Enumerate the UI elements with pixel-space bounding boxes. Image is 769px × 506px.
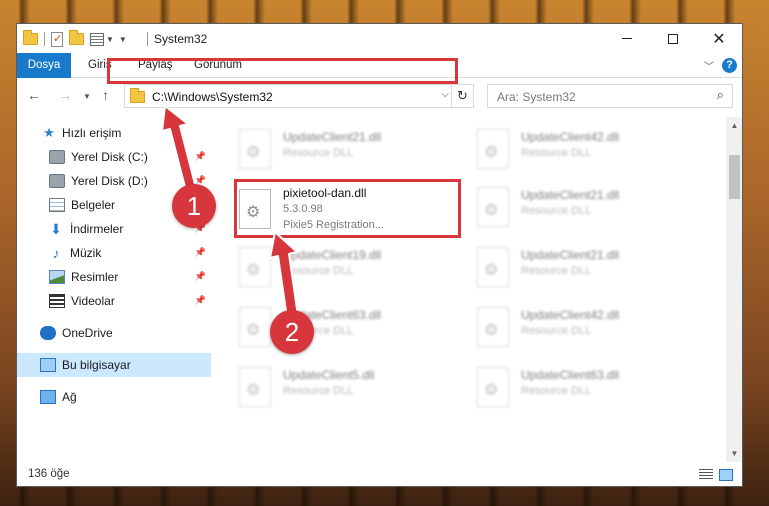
up-arrow-icon[interactable]: ↑ <box>102 87 109 103</box>
vertical-scrollbar[interactable]: ▲ ▼ <box>726 117 742 462</box>
dll-file-icon <box>477 129 509 169</box>
pin-icon[interactable]: 📌 <box>195 247 206 258</box>
dll-file-icon <box>239 129 271 169</box>
minimize-button[interactable] <box>604 24 650 53</box>
status-bar: 136 öğe <box>17 464 742 486</box>
sidebar-item-label: Yerel Disk (C:) <box>71 150 148 164</box>
folder-icon <box>23 30 38 45</box>
sidebar-item-label: Bu bilgisayar <box>62 358 131 372</box>
sidebar-item-label: Videolar <box>71 294 115 308</box>
search-input[interactable]: Ara: System32 ⌕ <box>487 84 733 108</box>
minimize-icon <box>622 38 632 39</box>
tiles-view-icon[interactable] <box>719 469 733 481</box>
title-bar: ▼ ▼ System32 ✕ <box>17 24 742 53</box>
customize-quick-access-icon[interactable]: ▼ <box>119 35 127 44</box>
search-placeholder: Ara: System32 <box>497 90 576 104</box>
download-icon: ⬇ <box>50 220 62 237</box>
sidebar-item-label: İndirmeler <box>70 222 124 236</box>
address-bar-highlight <box>107 58 458 84</box>
step-1-badge: 1 <box>172 184 216 228</box>
sidebar-item-quick-access[interactable]: ★ Hızlı erişim <box>17 121 211 145</box>
list-item[interactable]: UpdateClient42.dll Resource DLL <box>473 305 703 355</box>
sidebar-item-label: Belgeler <box>71 198 116 212</box>
file-list: UpdateClient21.dll Resource DLL pixietoo… <box>213 117 725 462</box>
music-icon: ♪ <box>52 245 60 261</box>
list-item[interactable]: UpdateClient21.dll Resource DLL <box>235 127 465 177</box>
navigation-bar: ← → ▼ ↑ C:\Windows\System32 ⌵ ↻ Ara: Sys… <box>17 79 742 113</box>
drive-icon <box>49 150 65 164</box>
expand-ribbon-icon[interactable]: ﹀ <box>704 58 714 73</box>
drive-icon <box>49 174 65 188</box>
scroll-down-icon[interactable]: ▼ <box>726 445 742 462</box>
list-item[interactable]: UpdateClient5.dll Resource DLL <box>235 365 465 415</box>
navigation-pane: ★ Hızlı erişim Yerel Disk (C:) 📌 Yerel D… <box>17 117 211 462</box>
scroll-up-icon[interactable]: ▲ <box>726 117 742 134</box>
help-icon[interactable]: ? <box>722 58 737 73</box>
sidebar-item-label: Müzik <box>70 246 102 260</box>
sidebar-item-local-disk-c[interactable]: Yerel Disk (C:) 📌 <box>17 145 211 169</box>
list-item[interactable]: UpdateClient63.dll Resource DLL <box>473 365 703 415</box>
close-icon: ✕ <box>712 30 726 48</box>
onedrive-icon <box>40 326 56 340</box>
item-count: 136 öğe <box>28 468 70 480</box>
refresh-icon[interactable]: ↻ <box>451 85 473 107</box>
details-view-icon[interactable] <box>699 469 713 481</box>
dll-file-icon <box>239 307 271 347</box>
search-icon[interactable]: ⌕ <box>717 87 724 103</box>
sidebar-item-this-pc[interactable]: Bu bilgisayar <box>17 353 211 377</box>
pin-icon[interactable]: 📌 <box>195 295 206 306</box>
sidebar-item-onedrive[interactable]: OneDrive <box>17 321 211 345</box>
properties-check-icon[interactable] <box>51 31 63 47</box>
documents-icon <box>49 198 65 212</box>
tab-file[interactable]: Dosya <box>17 53 71 78</box>
this-pc-icon <box>40 358 56 372</box>
address-bar[interactable]: C:\Windows\System32 ⌵ ↻ <box>124 84 474 108</box>
list-item[interactable]: UpdateClient21.dll Resource DLL <box>473 185 703 235</box>
folder-icon <box>130 88 145 103</box>
sidebar-item-label: Resimler <box>71 270 119 284</box>
list-item[interactable]: UpdateClient19.dll Resource DLL <box>235 245 465 295</box>
pin-icon[interactable]: 📌 <box>195 271 206 282</box>
close-button[interactable]: ✕ <box>696 24 742 53</box>
sidebar-item-label: Hızlı erişim <box>62 126 122 140</box>
scrollbar-thumb[interactable] <box>729 155 740 199</box>
sidebar-item-label: Yerel Disk (D:) <box>71 174 148 188</box>
pin-icon[interactable]: 📌 <box>195 151 206 162</box>
back-arrow-icon[interactable]: ← <box>27 87 41 103</box>
customize-toolbar-icon[interactable] <box>90 32 104 46</box>
list-item[interactable]: UpdateClient42.dll Resource DLL <box>473 127 703 177</box>
new-folder-icon[interactable] <box>69 30 84 45</box>
file-explorer-window: ▼ ▼ System32 ✕ Dosya Giriş Paylaş Görünü… <box>16 23 743 487</box>
forward-arrow-icon[interactable]: → <box>58 87 72 103</box>
maximize-button[interactable] <box>650 24 696 53</box>
step-2-badge: 2 <box>270 310 314 354</box>
pictures-icon <box>49 270 65 284</box>
network-icon <box>40 390 56 404</box>
maximize-icon <box>668 33 678 44</box>
chevron-down-icon[interactable]: ▼ <box>106 35 114 44</box>
videos-icon <box>49 294 65 308</box>
dll-file-icon <box>477 187 509 227</box>
list-item[interactable]: UpdateClient21.dll Resource DLL <box>473 245 703 295</box>
window-title: System32 <box>154 32 208 46</box>
sidebar-item-label: Ağ <box>62 390 77 404</box>
star-icon: ★ <box>43 125 55 140</box>
sidebar-item-network[interactable]: Ağ <box>17 385 211 409</box>
dll-file-icon <box>477 247 509 287</box>
file-highlight <box>234 179 461 238</box>
sidebar-item-label: OneDrive <box>62 326 113 340</box>
chevron-down-icon[interactable]: ⌵ <box>441 89 449 100</box>
dll-file-icon <box>477 307 509 347</box>
dll-file-icon <box>477 367 509 407</box>
dll-file-icon <box>239 367 271 407</box>
quick-access-toolbar: ▼ ▼ <box>23 30 127 47</box>
dll-file-icon <box>239 247 271 287</box>
recent-locations-chevron-icon[interactable]: ▼ <box>83 92 91 101</box>
sidebar-item-videos[interactable]: Videolar 📌 <box>17 289 211 313</box>
address-path: C:\Windows\System32 <box>152 90 273 104</box>
sidebar-item-music[interactable]: ♪ Müzik 📌 <box>17 241 211 265</box>
sidebar-item-pictures[interactable]: Resimler 📌 <box>17 265 211 289</box>
